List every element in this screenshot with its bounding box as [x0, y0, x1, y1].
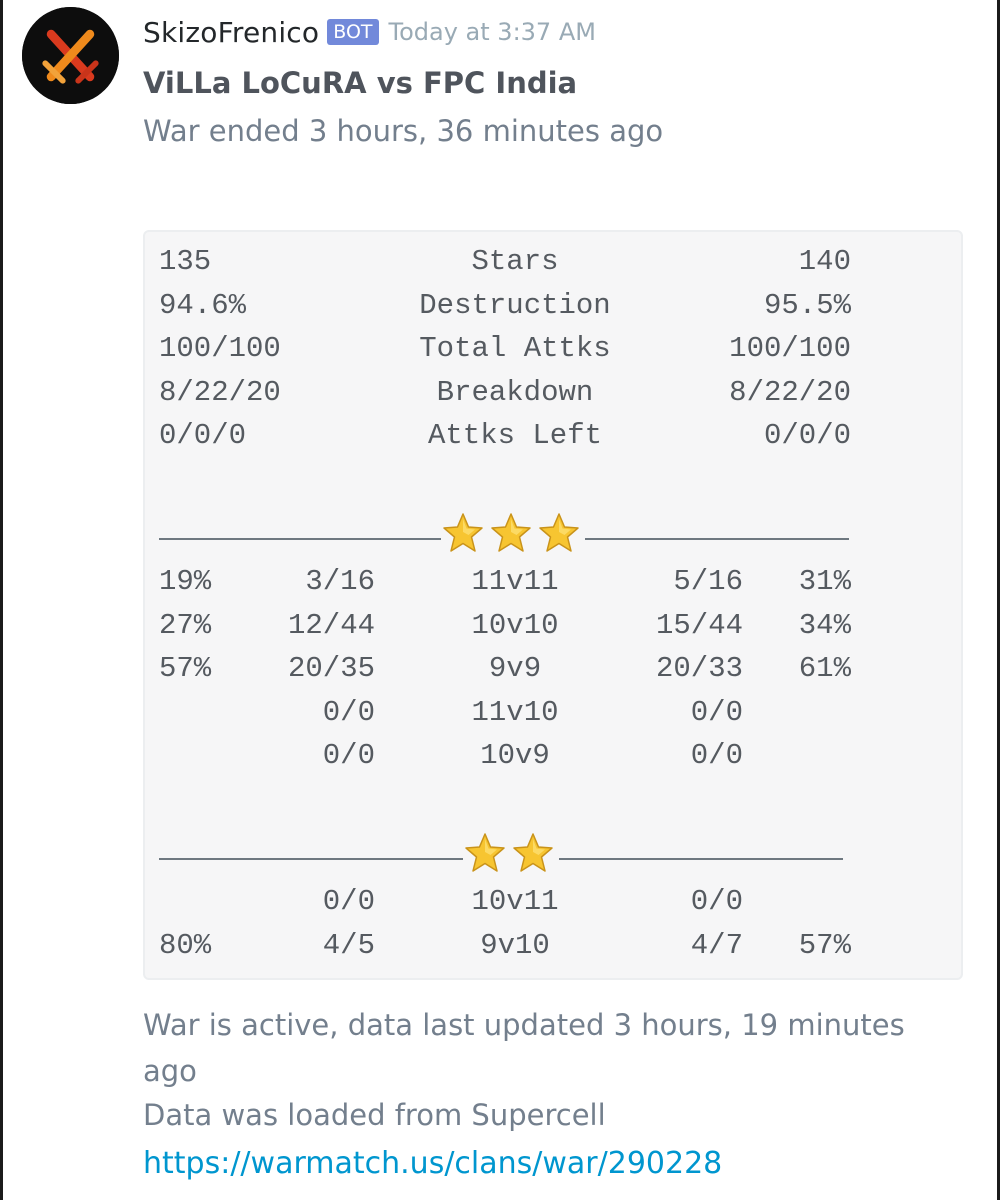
- left-percent: 80%: [159, 928, 212, 962]
- crossed-swords-icon: [22, 7, 119, 104]
- matchup-label: 9v9: [488, 652, 542, 685]
- star-icon: [441, 512, 485, 554]
- left-percent: 19%: [159, 565, 212, 598]
- left-fraction: 0/0: [322, 695, 375, 729]
- summary-label: Destruction: [419, 288, 611, 322]
- divider-left-2star: [159, 858, 463, 860]
- right-fraction: 0/0: [690, 885, 743, 918]
- matchup-label: 9v10: [480, 928, 550, 962]
- bot-badge: BOT: [327, 19, 379, 45]
- summary-label: Stars: [471, 245, 559, 278]
- left-fraction: 0/0: [322, 739, 375, 772]
- right-fraction: 5/16: [673, 565, 743, 598]
- divider-right-2star: [559, 858, 843, 860]
- star-icon: [463, 832, 507, 874]
- summary-left-value: 94.6%: [159, 288, 247, 322]
- summary-left-value: 100/100: [159, 332, 281, 365]
- data-source-line: Data was loaded from Supercell: [143, 1098, 606, 1132]
- summary-label: Breakdown: [436, 375, 594, 409]
- matchup-label: 10v10: [471, 608, 559, 642]
- matchup-label: 10v9: [480, 739, 550, 772]
- two-star-header: [463, 832, 555, 874]
- left-percent: 57%: [159, 652, 212, 685]
- left-fraction: 20/35: [287, 652, 375, 685]
- star-icon: [537, 512, 581, 554]
- right-percent: 31%: [798, 565, 851, 598]
- left-fraction: 3/16: [305, 565, 375, 598]
- embed-title: ViLLa LoCuRA vs FPC India: [143, 66, 578, 100]
- left-fraction: 4/5: [322, 928, 375, 962]
- summary-left-value: 8/22/20: [159, 375, 281, 409]
- divider-right-3star: [585, 538, 849, 540]
- status-line-continued: ago: [143, 1054, 197, 1088]
- matchup-label: 11v11: [471, 565, 559, 598]
- window-frame-left: [0, 0, 3, 1200]
- left-percent: 27%: [159, 608, 212, 642]
- right-percent: 61%: [798, 652, 851, 685]
- summary-left-value: 0/0/0: [159, 419, 247, 452]
- summary-left-value: 135: [159, 245, 212, 278]
- right-fraction: 0/0: [690, 739, 743, 772]
- right-percent: 34%: [798, 608, 851, 642]
- right-fraction: 15/44: [655, 608, 743, 642]
- three-star-header: [441, 512, 581, 554]
- avatar[interactable]: [22, 7, 119, 104]
- username[interactable]: SkizoFrenico: [143, 16, 319, 49]
- left-fraction: 12/44: [287, 608, 375, 642]
- matchup-label: 10v11: [471, 885, 559, 918]
- war-stats-codeblock: 135 Stars 140 94.6% Destruction 95.5% 100/100 T…: [143, 230, 963, 980]
- timestamp: Today at 3:37 AM: [388, 18, 596, 46]
- left-fraction: 0/0: [322, 885, 375, 918]
- right-fraction: 4/7: [690, 928, 743, 962]
- right-fraction: 0/0: [690, 695, 743, 729]
- status-line: War is active, data last updated 3 hours…: [143, 1008, 905, 1042]
- war-link[interactable]: https://warmatch.us/clans/war/290228: [143, 1146, 722, 1181]
- summary-right-value: 95.5%: [763, 288, 851, 322]
- summary-label: Attks Left: [427, 419, 603, 452]
- star-icon: [511, 832, 555, 874]
- summary-right-value: 100/100: [729, 332, 851, 365]
- embed-subtitle: War ended 3 hours, 36 minutes ago: [143, 114, 664, 148]
- right-fraction: 20/33: [655, 652, 743, 685]
- summary-label: Total Attks: [419, 332, 611, 365]
- divider-left-3star: [159, 538, 441, 540]
- matchup-label: 11v10: [471, 695, 559, 729]
- summary-right-value: 0/0/0: [763, 419, 851, 452]
- right-percent: 57%: [798, 928, 851, 962]
- summary-right-value: 8/22/20: [729, 375, 851, 409]
- message-header: SkizoFrenico BOT Today at 3:37 AM: [143, 12, 596, 52]
- summary-right-value: 140: [798, 245, 851, 278]
- star-icon: [489, 512, 533, 554]
